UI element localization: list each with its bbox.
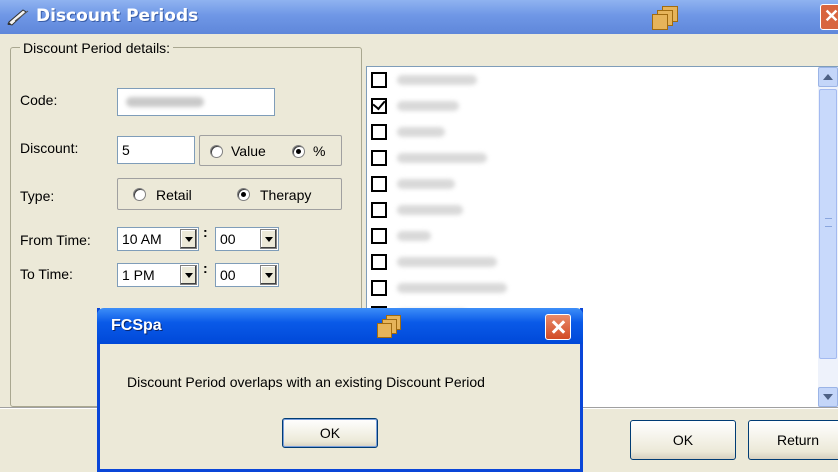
from-time-label: From Time: [20, 232, 91, 248]
percent-radio[interactable] [292, 145, 305, 158]
value-radio-label: Value [231, 143, 266, 159]
details-legend: Discount Period details: [20, 40, 174, 56]
therapy-radio-label: Therapy [260, 187, 312, 203]
dialog-close-icon[interactable] [545, 314, 571, 340]
code-label: Code: [20, 92, 58, 108]
from-hour-value: 10 AM [122, 231, 162, 247]
list-item-label-redacted [397, 283, 507, 293]
time-separator: : [203, 224, 208, 240]
discount-type-group: Value % [199, 135, 342, 166]
dialog-ok-button[interactable]: OK [282, 418, 378, 448]
list-item-checkbox[interactable] [371, 202, 387, 218]
code-field[interactable] [117, 88, 275, 116]
to-minute-select[interactable]: 00 [215, 263, 279, 287]
stacked-windows-icon [652, 6, 680, 30]
value-radio[interactable] [210, 145, 223, 158]
return-button[interactable]: Return [748, 420, 838, 460]
list-item-checkbox[interactable] [371, 228, 387, 244]
retail-radio-label: Retail [156, 187, 192, 203]
window-close-button[interactable]: ✕ [820, 4, 838, 30]
dialog-message: Discount Period overlaps with an existin… [127, 374, 485, 390]
time-separator: : [203, 260, 208, 276]
from-minute-value: 00 [220, 231, 236, 247]
therapy-radio[interactable] [237, 188, 250, 201]
from-hour-select[interactable]: 10 AM [117, 227, 199, 251]
discount-field[interactable]: 5 [117, 136, 195, 164]
window-titlebar[interactable]: Discount Periods ✕ [0, 0, 838, 34]
dialog-titlebar[interactable]: FCSpa [97, 308, 583, 344]
to-hour-select[interactable]: 1 PM [117, 263, 199, 287]
scroll-thumb[interactable] [819, 89, 837, 359]
list-item-label-redacted [397, 75, 477, 85]
list-item-label-redacted [397, 179, 455, 189]
percent-radio-label: % [313, 143, 326, 159]
window-title: Discount Periods [36, 6, 199, 26]
to-time-label: To Time: [20, 266, 73, 282]
discount-periods-window: Discount Periods ✕ Discount Period detai… [0, 0, 838, 472]
list-item-checkbox[interactable] [371, 176, 387, 192]
list-item-checkbox[interactable] [371, 98, 387, 114]
list-item-label-redacted [397, 205, 463, 215]
list-item-checkbox[interactable] [371, 72, 387, 88]
list-scrollbar[interactable] [818, 67, 838, 407]
from-minute-select[interactable]: 00 [215, 227, 279, 251]
type-label: Type: [20, 188, 55, 204]
to-hour-value: 1 PM [122, 267, 155, 283]
chevron-down-icon[interactable] [180, 265, 197, 285]
list-item-label-redacted [397, 153, 487, 163]
code-value-redacted [126, 97, 204, 107]
dialog-title: FCSpa [111, 317, 162, 334]
list-item-checkbox[interactable] [371, 280, 387, 296]
discount-value: 5 [122, 142, 130, 158]
chevron-down-icon[interactable] [260, 265, 277, 285]
list-item-label-redacted [397, 231, 431, 241]
scroll-up-icon[interactable] [818, 67, 838, 87]
stacked-windows-icon [377, 315, 403, 339]
type-group: Retail Therapy [117, 178, 342, 210]
chevron-down-icon[interactable] [260, 229, 277, 249]
list-item-label-redacted [397, 101, 459, 111]
list-item-label-redacted [397, 127, 445, 137]
ok-button[interactable]: OK [630, 420, 736, 460]
discount-label: Discount: [20, 140, 79, 156]
retail-radio[interactable] [133, 188, 146, 201]
pencil-icon [7, 9, 29, 26]
message-dialog: FCSpa Discount Period overlaps with an e… [97, 308, 583, 472]
list-item-checkbox[interactable] [371, 124, 387, 140]
list-item-checkbox[interactable] [371, 150, 387, 166]
chevron-down-icon[interactable] [180, 229, 197, 249]
to-minute-value: 00 [220, 267, 236, 283]
list-item-checkbox[interactable] [371, 254, 387, 270]
scroll-down-icon[interactable] [818, 387, 838, 407]
list-item-label-redacted [397, 257, 497, 267]
close-icon: ✕ [824, 6, 838, 26]
